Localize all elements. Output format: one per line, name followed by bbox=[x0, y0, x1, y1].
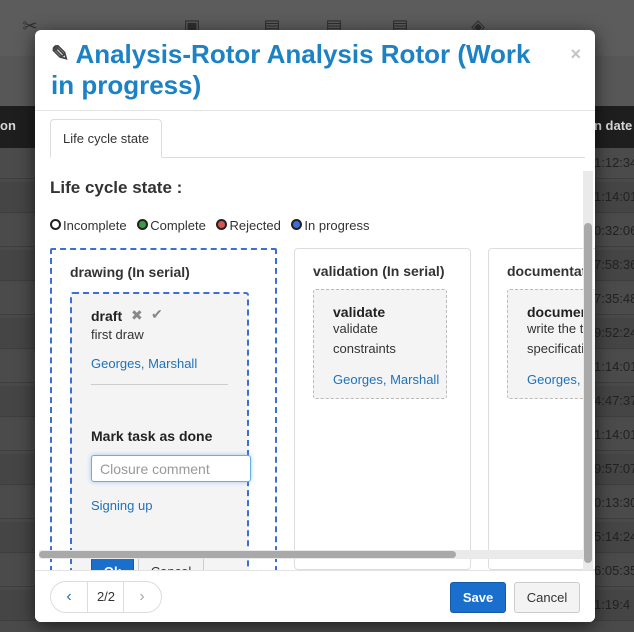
status-dot-icon bbox=[291, 219, 303, 230]
workflow-column-documentation: documentati documen write the t specific… bbox=[488, 248, 595, 570]
modal-title: ✎ Analysis-Rotor Analysis Rotor (Work in … bbox=[51, 38, 551, 101]
vertical-scrollbar[interactable] bbox=[583, 171, 593, 571]
background-row-time: 0:13:30 bbox=[594, 495, 634, 510]
modal-title-text: Analysis-Rotor Analysis Rotor (Work in p… bbox=[51, 39, 531, 100]
task-description: constraints bbox=[333, 341, 396, 356]
status-dot-icon bbox=[137, 219, 149, 230]
background-row-time: 1:14:01 bbox=[594, 189, 634, 204]
task-description: first draw bbox=[91, 327, 144, 342]
background-row-time: 1:12:34 bbox=[594, 155, 634, 170]
vertical-scroll-thumb[interactable] bbox=[584, 223, 592, 563]
background-row-time: 1:19:4 bbox=[594, 597, 631, 612]
legend-label: In progress bbox=[304, 218, 370, 233]
status-legend: Incomplete Complete Rejected In progress bbox=[50, 218, 376, 233]
task-name: draft bbox=[91, 308, 123, 324]
chevron-left-icon[interactable]: ‹ bbox=[51, 582, 88, 612]
task-name: documen bbox=[527, 304, 590, 320]
task-description: write the t bbox=[527, 321, 584, 336]
status-dot-icon bbox=[50, 219, 61, 230]
background-row-time: 0:32:06 bbox=[594, 223, 634, 238]
pager: ‹ 2/2 › bbox=[50, 581, 162, 613]
legend-label: Complete bbox=[150, 218, 206, 233]
tab-bar: Life cycle state bbox=[50, 119, 585, 158]
modal-body: Life cycle state Life cycle state : Inco… bbox=[35, 110, 595, 571]
checkmark-icon[interactable]: ✔ bbox=[151, 306, 163, 323]
task-card-draft: draft ✖ ✔ first draw Georges, Marshall M… bbox=[70, 292, 251, 571]
close-icon[interactable]: × bbox=[570, 44, 581, 65]
workflow-modal: ✎ Analysis-Rotor Analysis Rotor (Work in … bbox=[35, 30, 595, 622]
task-card-validate: validate validate constraints Georges, M… bbox=[313, 289, 447, 399]
legend-in-progress: In progress bbox=[291, 218, 369, 233]
cancel-button[interactable]: Cancel bbox=[514, 582, 580, 613]
background-row-time: 5:14:24 bbox=[594, 529, 634, 544]
legend-incomplete: Incomplete bbox=[50, 218, 127, 233]
background-row-time: 1:14:01 bbox=[594, 359, 634, 374]
task-assignees[interactable]: Georges, bbox=[527, 372, 580, 387]
horizontal-scrollbar[interactable] bbox=[39, 550, 584, 559]
workflow-column-validation: validation (In serial) validate validate… bbox=[294, 248, 471, 570]
legend-label: Incomplete bbox=[63, 218, 127, 233]
task-description: specificati bbox=[527, 341, 585, 356]
background-header-left: on bbox=[0, 118, 16, 133]
mark-task-done-title: Mark task as done bbox=[91, 428, 213, 444]
background-row-time: 7:58:36 bbox=[594, 257, 634, 272]
background-row-time: 7:35:48 bbox=[594, 291, 634, 306]
legend-rejected: Rejected bbox=[216, 218, 281, 233]
chevron-right-icon[interactable]: › bbox=[123, 582, 160, 612]
save-button[interactable]: Save bbox=[450, 582, 506, 613]
divider bbox=[91, 384, 228, 385]
reject-x-icon[interactable]: ✖ bbox=[131, 307, 143, 324]
background-row-time: 6:05:35 bbox=[594, 563, 634, 578]
background-row-time: 9:52:24 bbox=[594, 325, 634, 340]
background-header-right: n date bbox=[594, 118, 633, 133]
column-title: drawing (In serial) bbox=[70, 264, 190, 280]
page-indicator: 2/2 bbox=[96, 589, 116, 604]
task-description: validate bbox=[333, 321, 378, 336]
legend-label: Rejected bbox=[229, 218, 281, 233]
horizontal-scroll-thumb[interactable] bbox=[39, 551, 456, 558]
pencil-icon: ✎ bbox=[51, 41, 70, 66]
task-cancel-button[interactable]: Cancel bbox=[138, 557, 204, 571]
column-title: documentati bbox=[507, 263, 591, 279]
modal-footer: ‹ 2/2 › Save Cancel bbox=[35, 570, 595, 622]
task-name: validate bbox=[333, 304, 386, 320]
signing-up-link[interactable]: Signing up bbox=[91, 498, 152, 513]
task-assignees[interactable]: Georges, Marshall bbox=[91, 356, 197, 371]
workflow-column-drawing: drawing (In serial) draft ✖ ✔ first draw… bbox=[50, 248, 277, 571]
background-row-time: 9:57:07 bbox=[594, 461, 634, 476]
column-title: validation (In serial) bbox=[313, 263, 445, 279]
background-row-time: 4:47:37 bbox=[594, 393, 634, 408]
closure-comment-input[interactable] bbox=[91, 455, 251, 482]
tab-life-cycle-state[interactable]: Life cycle state bbox=[50, 119, 162, 158]
ok-button[interactable]: Ok bbox=[91, 557, 134, 571]
legend-complete: Complete bbox=[137, 218, 206, 233]
background-row-time: 1:14:01 bbox=[594, 427, 634, 442]
status-dot-icon bbox=[216, 219, 228, 230]
section-title: Life cycle state : bbox=[50, 178, 183, 197]
task-card-documentation: documen write the t specificati Georges, bbox=[507, 289, 595, 399]
task-assignees[interactable]: Georges, Marshall bbox=[333, 372, 439, 387]
